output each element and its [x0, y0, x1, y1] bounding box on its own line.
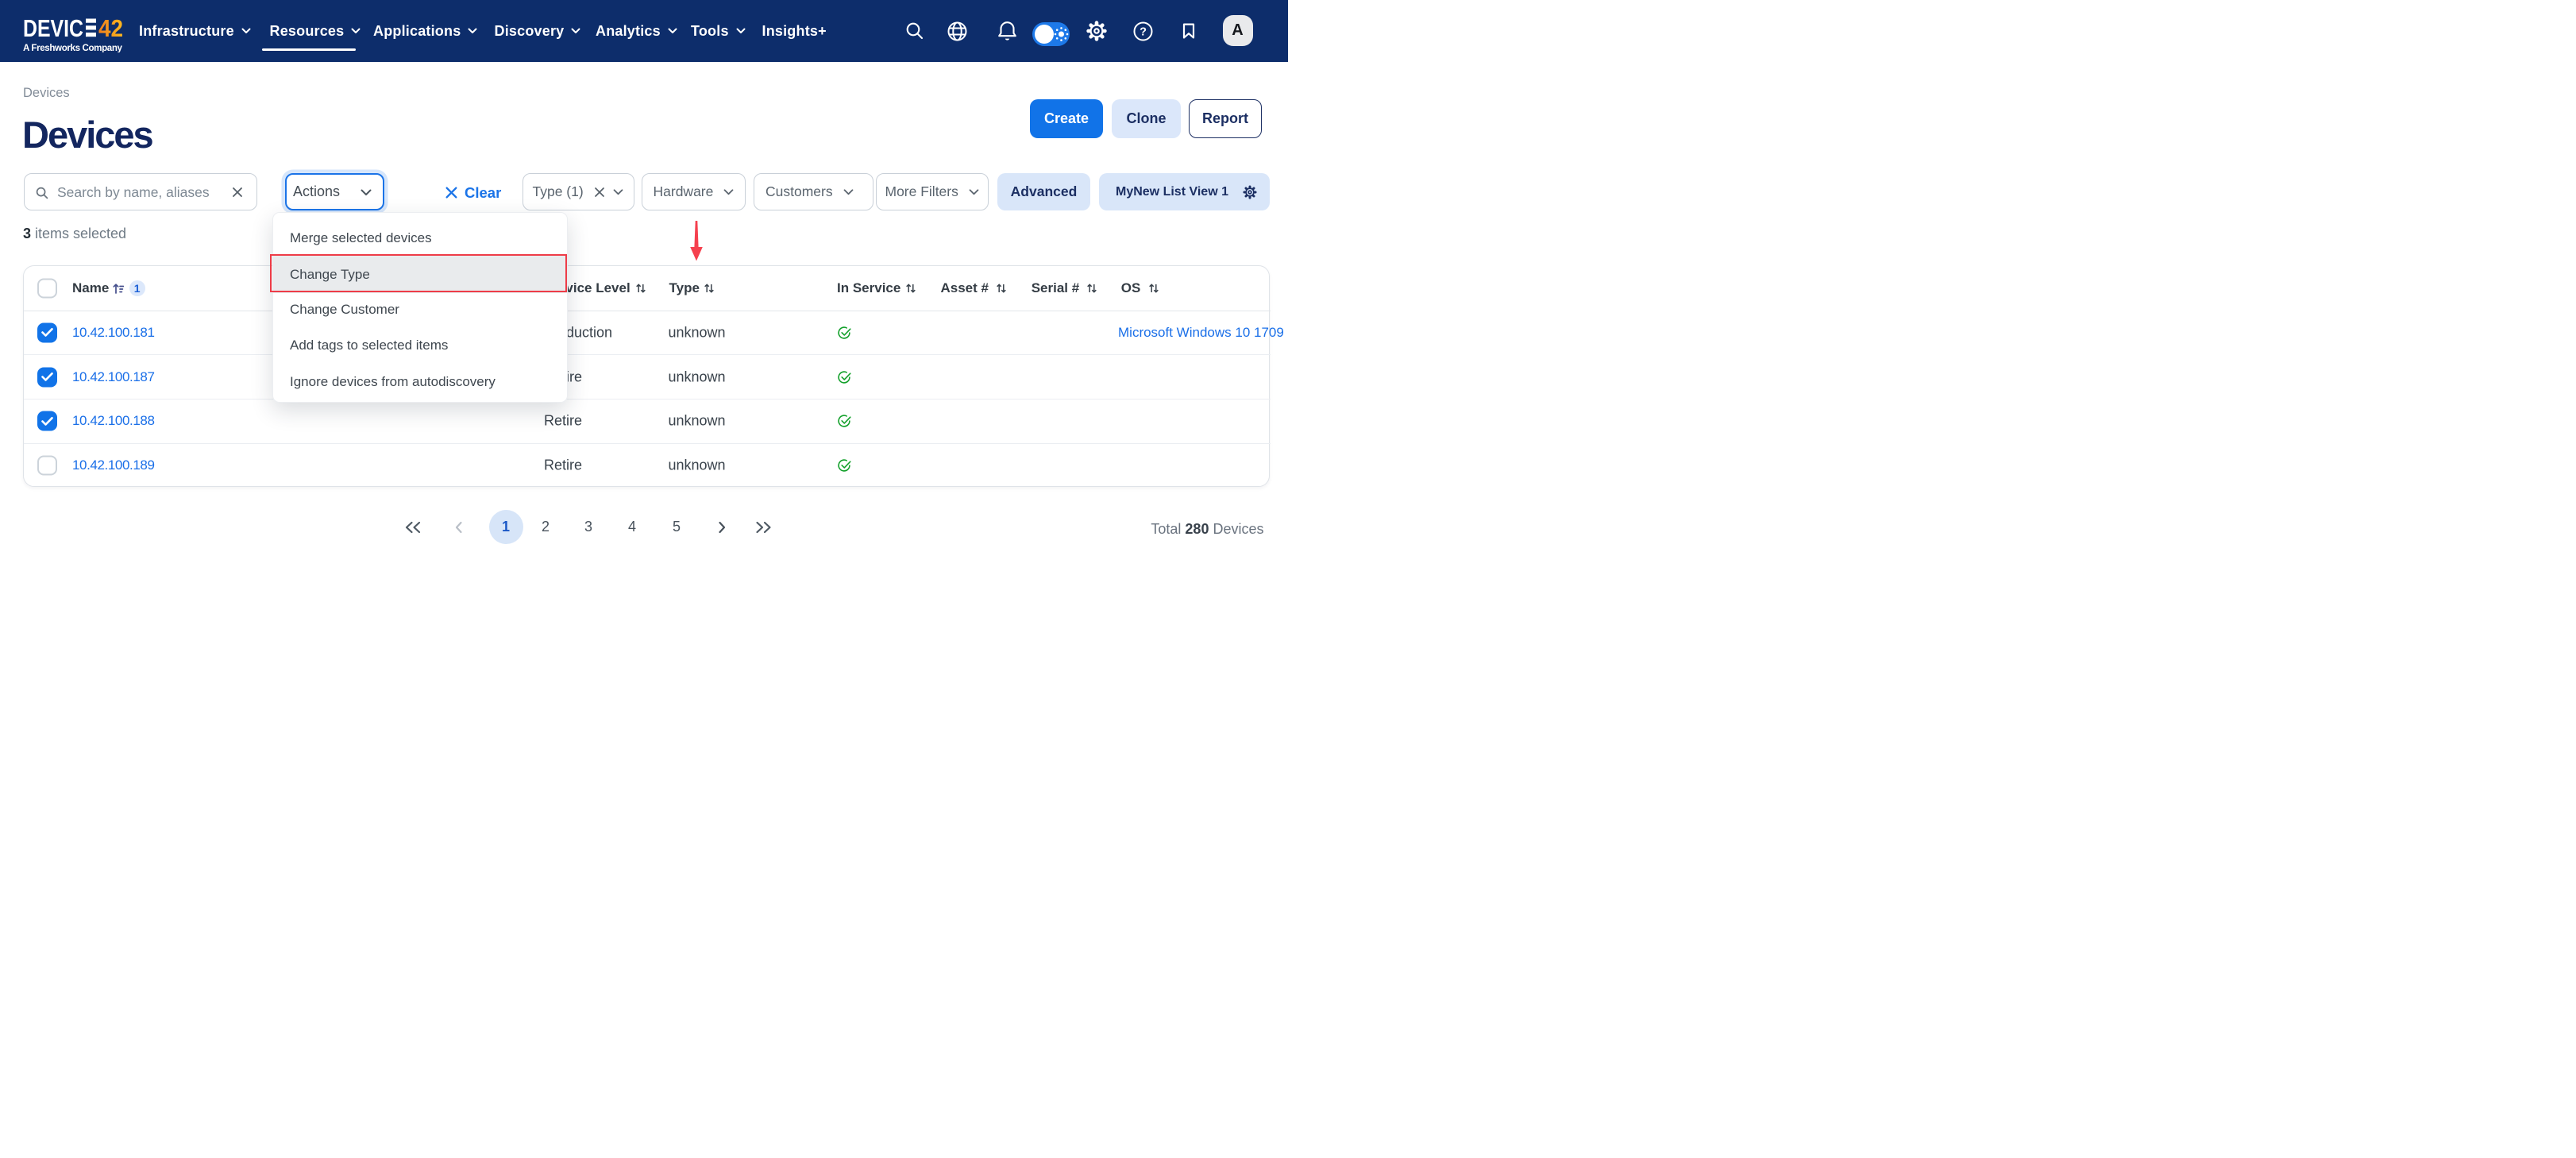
svg-text:DEVIC: DEVIC	[23, 14, 83, 42]
svg-text:A Freshworks Company: A Freshworks Company	[23, 43, 123, 52]
svg-text:?: ?	[1140, 25, 1147, 38]
svg-text:42: 42	[98, 14, 123, 42]
